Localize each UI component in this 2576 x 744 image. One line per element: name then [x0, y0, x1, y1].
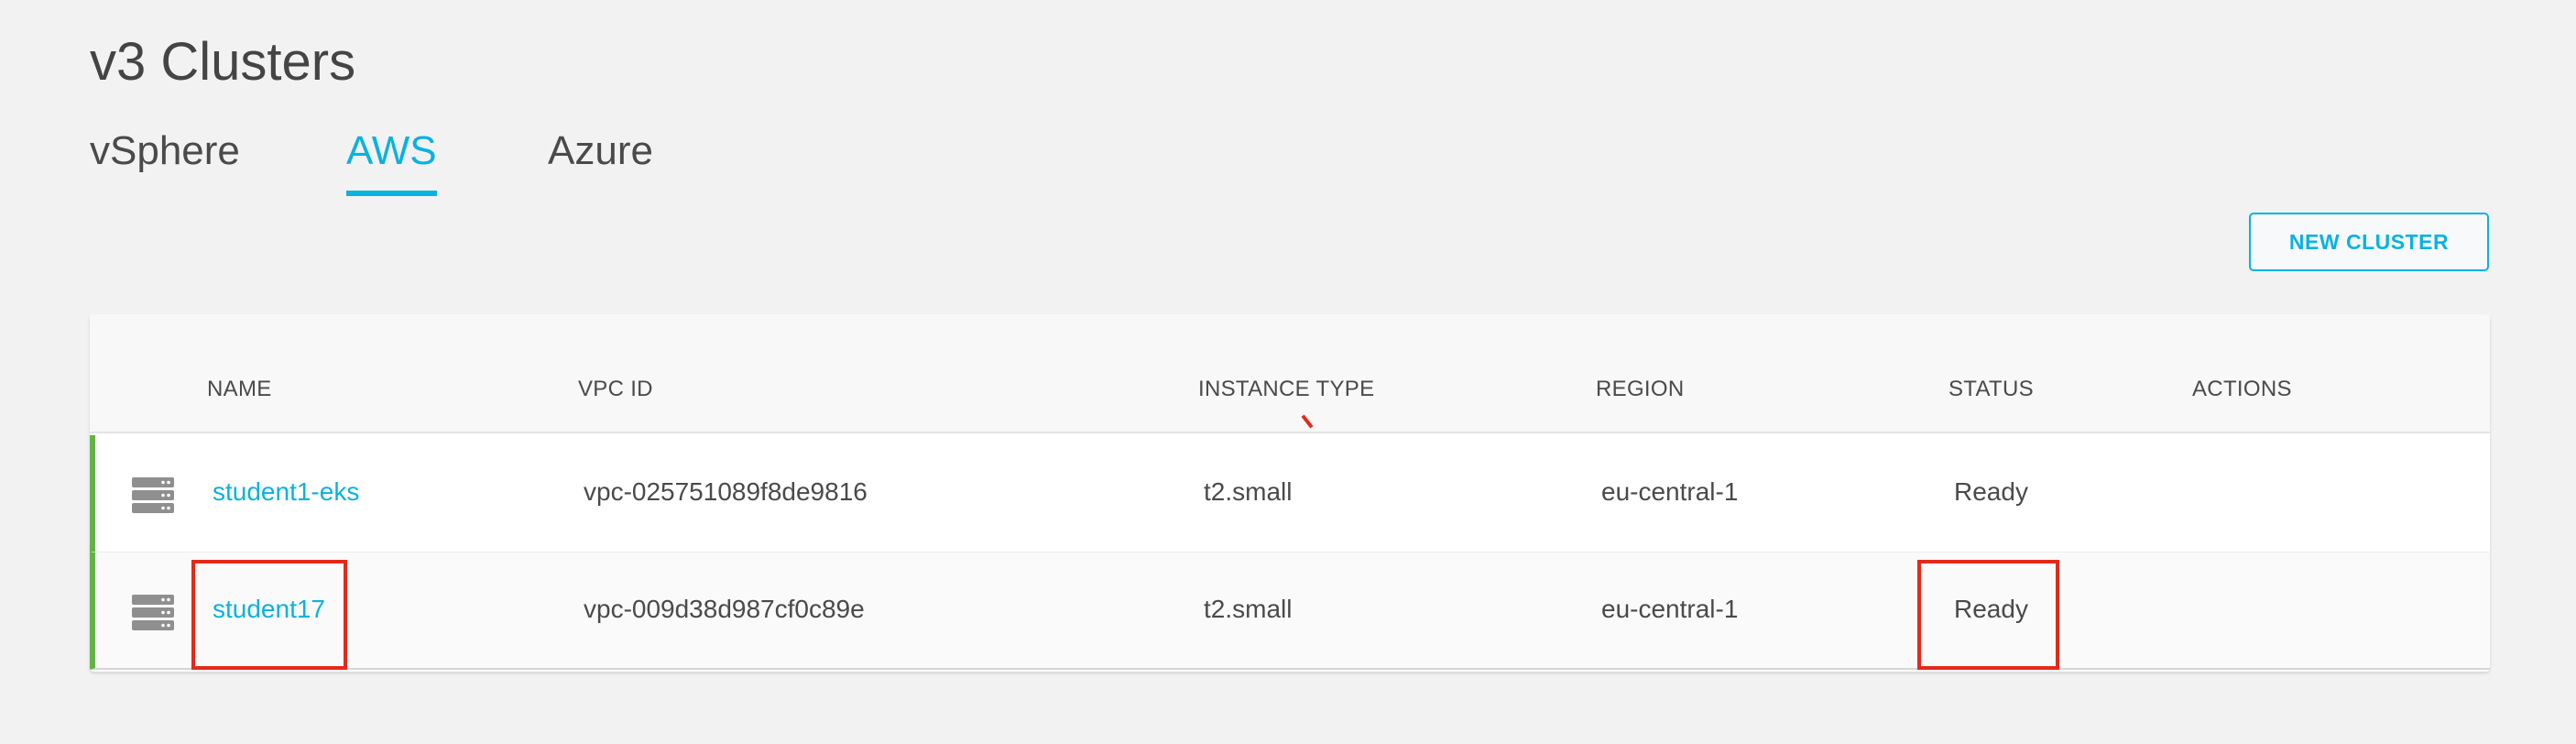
clusters-table: NAME VPC ID INSTANCE TYPE REGION STATUS …	[90, 314, 2490, 672]
status-cell: Ready	[1954, 595, 2028, 623]
table-header: NAME VPC ID INSTANCE TYPE REGION STATUS …	[90, 314, 2490, 433]
instance-type-cell: t2.small	[1204, 595, 1293, 623]
tab-aws[interactable]: AWS	[346, 128, 437, 196]
region-cell: eu-central-1	[1601, 477, 1739, 506]
column-header-actions: ACTIONS	[2192, 377, 2292, 401]
cluster-name-link[interactable]: student17	[213, 595, 325, 624]
column-header-vpc-id[interactable]: VPC ID	[578, 377, 653, 402]
column-header-name[interactable]: NAME	[207, 377, 272, 402]
table-row[interactable]: student1-eks vpc-025751089f8de9816 t2.sm…	[90, 435, 2490, 553]
tab-azure[interactable]: Azure	[548, 128, 653, 191]
region-cell: eu-central-1	[1601, 595, 1739, 623]
page-title: v3 Clusters	[90, 32, 356, 92]
cluster-name-link[interactable]: student1-eks	[213, 477, 359, 507]
status-cell: Ready	[1954, 477, 2028, 506]
vpc-id-cell: vpc-009d38d987cf0c89e	[584, 595, 865, 623]
new-cluster-button[interactable]: NEW CLUSTER	[2249, 213, 2489, 271]
column-header-region[interactable]: REGION	[1596, 377, 1684, 402]
vpc-id-cell: vpc-025751089f8de9816	[584, 477, 868, 506]
server-icon	[132, 477, 174, 513]
tab-vsphere[interactable]: vSphere	[90, 128, 240, 191]
column-header-instance-type[interactable]: INSTANCE TYPE	[1198, 377, 1374, 402]
column-header-status[interactable]: STATUS	[1948, 377, 2034, 402]
server-icon	[132, 595, 174, 630]
table-row[interactable]: student17 vpc-009d38d987cf0c89e t2.small…	[90, 553, 2490, 670]
instance-type-cell: t2.small	[1204, 477, 1293, 506]
